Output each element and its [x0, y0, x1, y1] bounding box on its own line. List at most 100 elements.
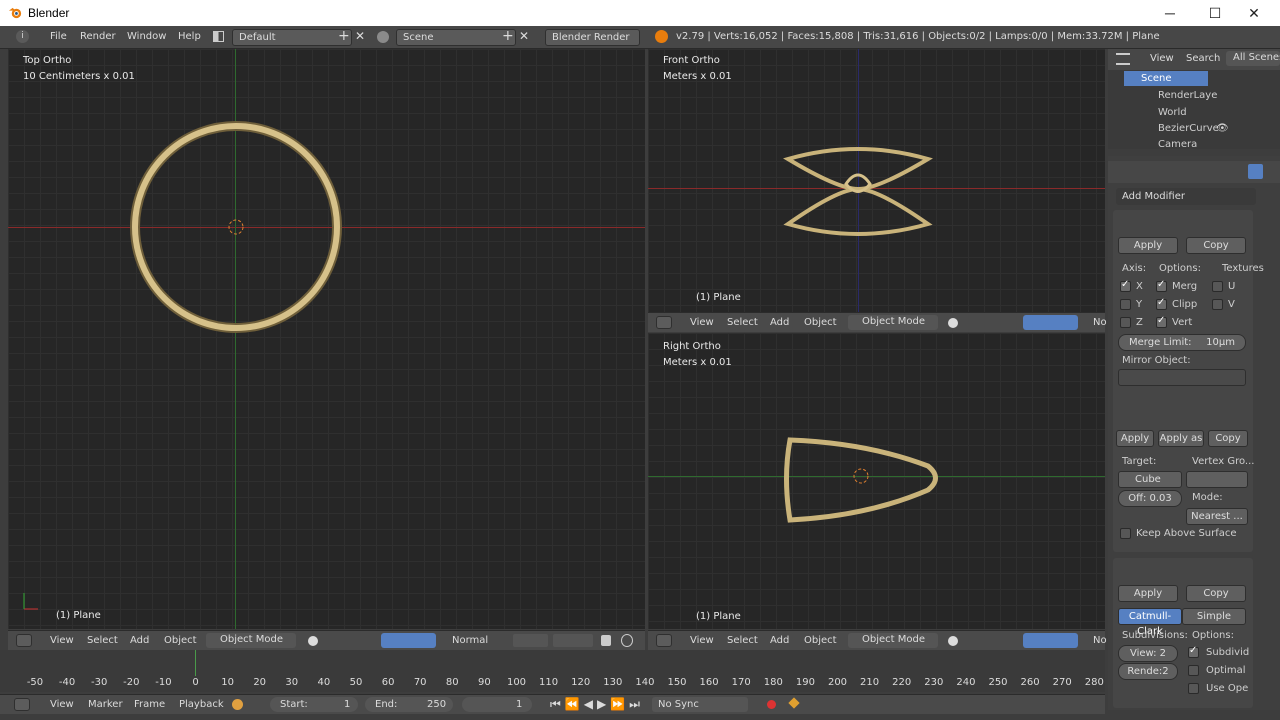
menu-add[interactable]: Add	[770, 635, 789, 646]
current-frame-field[interactable]: 1	[462, 697, 532, 712]
eye-icon[interactable]: 👁	[1216, 123, 1229, 134]
display-mode-select[interactable]: All Scenes	[1226, 51, 1280, 66]
mode-select[interactable]: Object Mode	[206, 633, 296, 648]
merge-limit-field[interactable]: Merge Limit: 10µm	[1118, 334, 1246, 351]
viewport-right-ortho[interactable]: Right Ortho Meters x 0.01 (1) Plane	[648, 333, 1105, 629]
manipulator-icons[interactable]	[1023, 633, 1078, 648]
vertex-groups-checkbox[interactable]	[1156, 315, 1167, 328]
outliner-menu-view[interactable]: View	[1150, 53, 1174, 64]
outliner-item[interactable]: BezierCurve	[1158, 123, 1219, 134]
menu-add[interactable]: Add	[770, 317, 789, 328]
axis-z-checkbox[interactable]	[1120, 317, 1131, 328]
menu-select[interactable]: Select	[87, 635, 118, 646]
shrink-copy-button[interactable]: Copy	[1208, 430, 1248, 447]
layout-field[interactable]: Default	[232, 29, 352, 46]
timeline-menu-view[interactable]: View	[50, 699, 74, 710]
viewport-front-ortho[interactable]: Front Ortho Meters x 0.01 (1) Plane	[648, 49, 1105, 312]
catmull-clark-tab[interactable]: Catmull-Clark	[1118, 608, 1182, 637]
add-modifier-select[interactable]: Add Modifier	[1116, 188, 1256, 205]
mode-select[interactable]: Object Mode	[848, 633, 938, 648]
add-scene-icon[interactable]: +	[502, 28, 514, 44]
mode-select[interactable]: Nearest ...	[1186, 508, 1248, 525]
editor-type-icon[interactable]	[656, 316, 672, 329]
timeline-menu-frame[interactable]: Frame	[134, 699, 165, 710]
mirror-copy-button[interactable]: Copy	[1186, 237, 1246, 254]
start-frame-field[interactable]: Start: 1	[270, 697, 358, 712]
shrink-apply-as-button[interactable]: Apply as	[1158, 430, 1204, 447]
texture-u-checkbox[interactable]	[1212, 281, 1223, 292]
subsurf-apply-button[interactable]: Apply	[1118, 585, 1178, 602]
menu-view[interactable]: View	[690, 317, 714, 328]
menu-object[interactable]: Object	[164, 635, 197, 646]
orientation-select[interactable]: No	[1093, 635, 1107, 646]
outliner-editor-icon[interactable]	[1116, 53, 1130, 65]
modifiers-tab-icon[interactable]	[1248, 164, 1263, 179]
offset-field[interactable]: Off: 0.03	[1118, 490, 1182, 507]
axis-y-checkbox[interactable]	[1120, 299, 1131, 310]
viewport-top-ortho[interactable]: Top Ortho 10 Centimeters x 0.01 (1) Plan…	[8, 49, 645, 629]
shading-icon[interactable]	[308, 636, 318, 646]
keyframe-icon[interactable]	[788, 697, 800, 709]
record-icon[interactable]	[767, 700, 776, 709]
menu-help[interactable]: Help	[178, 31, 201, 42]
ring-object-right[interactable]	[778, 428, 948, 528]
current-frame-line[interactable]	[195, 650, 196, 676]
layers-icon[interactable]	[553, 634, 593, 647]
target-field[interactable]: Cube	[1118, 471, 1182, 488]
clipping-checkbox[interactable]	[1156, 297, 1167, 310]
mode-select[interactable]: Object Mode	[848, 315, 938, 330]
merge-checkbox[interactable]	[1156, 279, 1167, 292]
scene-field[interactable]: Scene	[396, 29, 516, 46]
preview-range-icon[interactable]	[232, 699, 243, 710]
remove-scene-icon[interactable]: ✕	[519, 29, 529, 43]
menu-window[interactable]: Window	[127, 31, 166, 42]
editor-type-icon[interactable]	[656, 634, 672, 647]
outliner-item[interactable]: Camera	[1158, 139, 1197, 149]
close-window-button[interactable]: ✕	[1234, 0, 1274, 26]
sync-mode-select[interactable]: No Sync	[652, 697, 748, 712]
shading-icon[interactable]	[948, 636, 958, 646]
ring-object-front[interactable]	[778, 144, 938, 239]
menu-view[interactable]: View	[50, 635, 74, 646]
editor-type-icon[interactable]	[16, 634, 32, 647]
timeline-menu-marker[interactable]: Marker	[88, 699, 123, 710]
add-layout-icon[interactable]: +	[338, 28, 350, 44]
menu-add[interactable]: Add	[130, 635, 149, 646]
keep-above-checkbox[interactable]	[1120, 528, 1131, 539]
outliner-item[interactable]: World	[1158, 107, 1187, 118]
axis-x-checkbox[interactable]	[1120, 279, 1131, 292]
mirror-object-field[interactable]	[1118, 369, 1246, 386]
outliner-menu-search[interactable]: Search	[1186, 53, 1220, 64]
scene-icon[interactable]	[377, 31, 389, 43]
subsurf-copy-button[interactable]: Copy	[1186, 585, 1246, 602]
manipulator-icons[interactable]	[381, 633, 436, 648]
maximize-button[interactable]: ☐	[1195, 0, 1235, 26]
menu-select[interactable]: Select	[727, 635, 758, 646]
texture-v-checkbox[interactable]	[1212, 299, 1223, 310]
snap-icon[interactable]	[621, 634, 633, 647]
menu-render[interactable]: Render	[80, 31, 116, 42]
info-icon[interactable]: i	[16, 30, 29, 43]
use-opensubdiv-checkbox[interactable]	[1188, 683, 1199, 694]
render-engine-select[interactable]: Blender Render	[545, 29, 640, 46]
simple-tab[interactable]: Simple	[1182, 608, 1246, 625]
optimal-display-checkbox[interactable]	[1188, 665, 1199, 676]
orientation-select[interactable]: No	[1093, 317, 1107, 328]
outliner-item[interactable]: RenderLaye	[1158, 90, 1217, 101]
minimize-button[interactable]: ─	[1150, 0, 1190, 26]
ring-object-top[interactable]	[126, 119, 346, 339]
shrink-apply-button[interactable]: Apply	[1116, 430, 1154, 447]
editor-type-icon[interactable]	[14, 698, 30, 711]
layers-icon[interactable]	[513, 634, 548, 647]
remove-layout-icon[interactable]: ✕	[355, 29, 365, 43]
menu-object[interactable]: Object	[804, 317, 837, 328]
screen-layout-icon[interactable]	[213, 31, 224, 42]
menu-object[interactable]: Object	[804, 635, 837, 646]
timeline-menu-playback[interactable]: Playback	[179, 699, 224, 710]
mirror-apply-button[interactable]: Apply	[1118, 237, 1178, 254]
menu-select[interactable]: Select	[727, 317, 758, 328]
playback-controls[interactable]: ⏮⏪◀▶⏩⏭	[550, 697, 644, 712]
vertex-group-field[interactable]	[1186, 471, 1248, 488]
end-frame-field[interactable]: End: 250	[365, 697, 453, 712]
menu-view[interactable]: View	[690, 635, 714, 646]
